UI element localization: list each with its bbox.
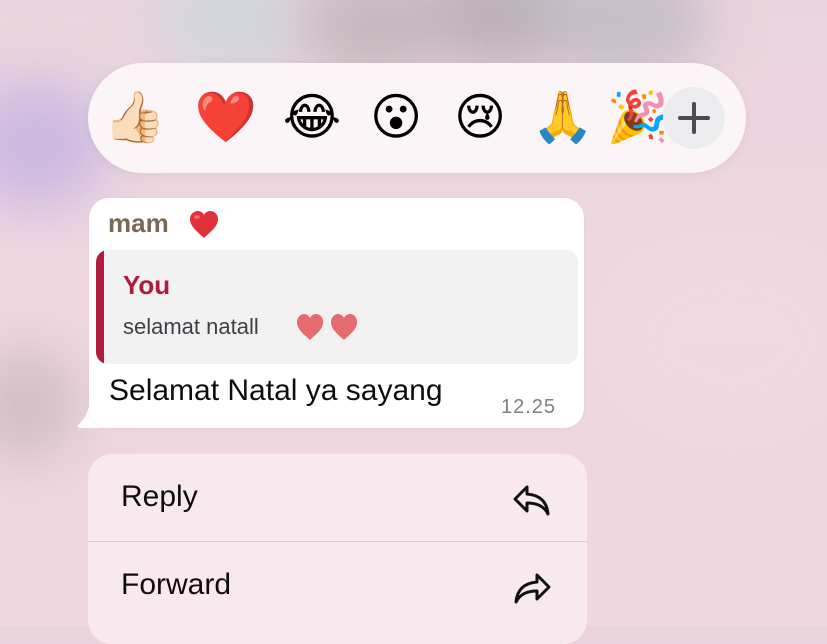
party-popper-reaction[interactable]: 🎉: [606, 85, 670, 149]
two-hearts-icon: [297, 314, 357, 340]
forward-label: Forward: [121, 568, 232, 601]
heart-icon: [190, 211, 218, 238]
reply-arrow-icon: [513, 485, 550, 516]
plus-icon: [678, 102, 710, 134]
crying-reaction[interactable]: 😢: [448, 85, 512, 149]
quote-accent-bar: [96, 250, 104, 364]
thumbs-up-reaction[interactable]: 👍🏻: [103, 85, 167, 149]
quote-author: You: [123, 270, 171, 300]
tears-of-joy-reaction[interactable]: 😂: [280, 85, 344, 149]
reply-menu-item[interactable]: Reply: [88, 454, 587, 540]
reply-label: Reply: [121, 480, 198, 513]
quoted-message[interactable]: You selamat natall: [96, 250, 578, 364]
forward-menu-item[interactable]: Forward: [88, 542, 587, 628]
quote-text: selamat natall: [123, 314, 259, 339]
astonished-reaction[interactable]: 😮: [364, 85, 428, 149]
folded-hands-reaction[interactable]: 🙏: [531, 85, 595, 149]
message-text: Selamat Natal ya sayang: [109, 374, 443, 407]
more-reactions-button[interactable]: [663, 87, 725, 149]
red-heart-reaction[interactable]: ❤️: [194, 85, 258, 149]
message-timestamp: 12.25: [501, 396, 557, 418]
message-bubble[interactable]: mam You selamat natall Selamat Natal ya …: [89, 198, 584, 428]
sender-name: mam: [108, 208, 169, 238]
context-menu: Reply Forward: [88, 454, 587, 644]
forward-arrow-icon: [514, 573, 551, 604]
reaction-bar: 👍🏻 ❤️ 😂 😮 😢 🙏 🎉: [88, 63, 746, 173]
